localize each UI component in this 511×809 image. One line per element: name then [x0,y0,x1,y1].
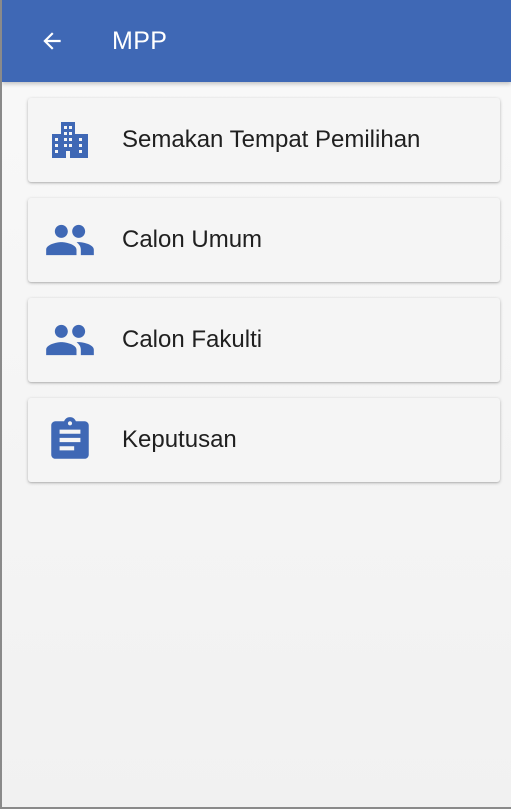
menu-item-semakan-tempat-pemilihan[interactable]: Semakan Tempat Pemilihan [28,98,500,182]
menu-item-label: Calon Umum [122,226,263,253]
building-icon [42,112,98,168]
menu-list: Semakan Tempat Pemilihan Calon Umum Calo… [28,98,500,498]
back-button[interactable] [26,15,78,67]
app-bar: MPP [2,0,511,82]
people-icon [42,212,98,268]
menu-item-label: Calon Fakulti [122,326,263,353]
menu-item-calon-fakulti[interactable]: Calon Fakulti [28,298,500,382]
app-screen: MPP Semakan Tempat Pemilihan Calon Umum … [0,0,511,809]
menu-item-keputusan[interactable]: Keputusan [28,398,500,482]
menu-item-calon-umum[interactable]: Calon Umum [28,198,500,282]
menu-item-label: Keputusan [122,426,237,453]
arrow-left-icon [43,32,61,50]
people-icon [42,312,98,368]
menu-item-label: Semakan Tempat Pemilihan [122,126,421,153]
clipboard-icon [42,412,98,468]
page-title: MPP [112,26,168,55]
